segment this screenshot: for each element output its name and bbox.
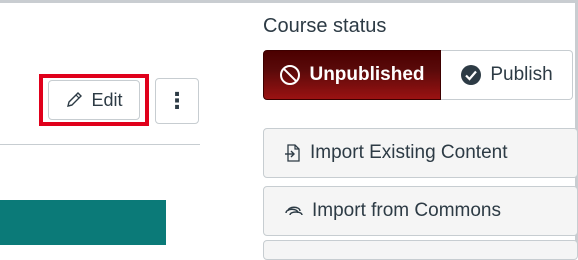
import-icon [284, 143, 302, 163]
window-frame-top [0, 0, 578, 3]
edit-label: Edit [91, 89, 123, 110]
edit-button[interactable]: Edit [48, 80, 140, 120]
pencil-icon [65, 91, 85, 109]
header-divider [0, 144, 200, 145]
import-from-commons-button[interactable]: Import from Commons [263, 186, 578, 236]
next-action-button-partial[interactable] [263, 240, 578, 260]
publish-label: Publish [490, 64, 553, 85]
import-existing-content-label: Import Existing Content [310, 142, 508, 163]
commons-icon [284, 202, 304, 220]
import-from-commons-label: Import from Commons [312, 200, 501, 221]
publish-button[interactable]: Publish [441, 50, 573, 100]
prohibited-icon [279, 64, 301, 86]
course-card-banner[interactable] [0, 200, 166, 245]
unpublished-label: Unpublished [309, 64, 425, 85]
unpublished-button[interactable]: Unpublished [263, 50, 441, 100]
course-status-heading: Course status [263, 15, 387, 37]
import-existing-content-button[interactable]: Import Existing Content [263, 128, 578, 178]
check-circle-icon [460, 64, 482, 86]
kebab-icon: ⋮ [166, 88, 188, 113]
course-status-toggle: Unpublished Publish [263, 50, 573, 100]
more-options-button[interactable]: ⋮ [155, 78, 199, 124]
